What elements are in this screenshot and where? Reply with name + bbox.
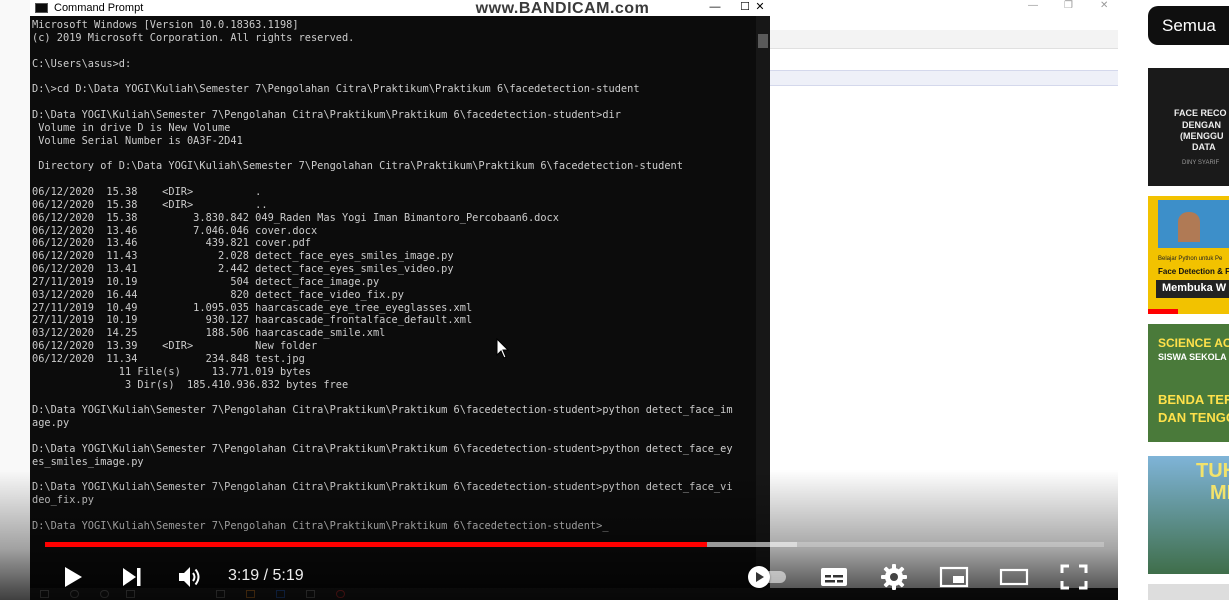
miniplayer-icon: [939, 566, 969, 588]
thumbnail-person: [1178, 212, 1200, 242]
thumbnail-text: DINY SYARIF: [1182, 160, 1220, 166]
video-thumbnail[interactable]: FACE RECO DENGAN (MENGGU DATA DINY SYARI…: [1148, 68, 1229, 186]
play-icon: [65, 567, 82, 587]
video-thumbnail[interactable]: Belajar Python untuk Pe Face Detection &…: [1148, 196, 1229, 314]
thumbnail-text: Face Detection & Face Re: [1158, 267, 1229, 276]
thumbnail-text: DATA: [1192, 142, 1216, 152]
video-thumbnail[interactable]: [1148, 584, 1229, 600]
volume-button[interactable]: [175, 560, 207, 594]
watched-progress: [1148, 309, 1178, 314]
cmd-title: Command Prompt: [54, 2, 144, 14]
video-player[interactable]: — ❐ ✕ Command Prompt — ☐ ✕ Microsoft Win…: [0, 0, 1118, 600]
filter-chip-all[interactable]: Semua: [1148, 6, 1229, 45]
duration: 5:19: [272, 567, 304, 584]
next-button[interactable]: [116, 560, 148, 594]
autoplay-play-icon: [756, 572, 764, 582]
video-thumbnail[interactable]: TUH MER: [1148, 456, 1229, 574]
thumbnail-text: BENDA TER: [1158, 392, 1229, 407]
minimize-icon: —: [709, 1, 721, 13]
thumbnail-text: (MENGGU: [1180, 131, 1224, 141]
gear-icon: [881, 564, 907, 590]
next-icon: [123, 568, 141, 586]
thumbnail-text: TUH: [1196, 460, 1229, 482]
thumbnail-text: DAN TENGG: [1158, 410, 1229, 425]
theater-mode-button[interactable]: [996, 560, 1032, 594]
autoplay-toggle[interactable]: [748, 566, 792, 588]
restore-icon: ❐: [1064, 0, 1073, 11]
thumbnail-text: DENGAN: [1182, 120, 1222, 130]
progress-bar[interactable]: [45, 542, 1104, 547]
miniplayer-button[interactable]: [936, 560, 972, 594]
cmd-scrollbar-thumb: [758, 34, 768, 48]
thumbnail-text: SISWA SEKOLA: [1158, 352, 1227, 362]
subtitles-icon: [821, 568, 847, 586]
fullscreen-button[interactable]: [1056, 560, 1092, 594]
minimize-icon: —: [1028, 0, 1038, 11]
cmd-icon: [35, 3, 48, 13]
thumbnail-banner: Membuka W: [1156, 280, 1229, 298]
theater-mode-icon: [999, 568, 1029, 586]
close-icon: ✕: [1100, 0, 1109, 11]
subtitles-button[interactable]: [816, 560, 852, 594]
background-toolbar: [770, 30, 1118, 49]
bandicam-watermark: www.BANDICAM.com: [475, 0, 650, 17]
thumbnail-text: MER: [1210, 482, 1229, 504]
video-frame[interactable]: — ❐ ✕ Command Prompt — ☐ ✕ Microsoft Win…: [0, 0, 1118, 600]
close-icon: ✕: [755, 1, 765, 13]
progress-played: [45, 542, 707, 547]
thumbnail-text: FACE RECO: [1174, 108, 1227, 118]
time-display: 3:19 / 5:19: [228, 566, 304, 586]
thumbnail-text: Membuka W: [1162, 282, 1227, 294]
fullscreen-icon: [1060, 564, 1088, 590]
autoplay-knob: [748, 566, 770, 588]
volume-icon: [179, 567, 200, 587]
background-highlight-bar: [770, 70, 1118, 86]
play-button[interactable]: [56, 560, 90, 594]
cmd-output: Microsoft Windows [Version 10.0.18363.11…: [32, 19, 733, 532]
video-thumbnail[interactable]: SCIENCE AC SISWA SEKOLA BENDA TER DAN TE…: [1148, 324, 1229, 442]
recommendations-sidebar: Semua FACE RECO DENGAN (MENGGU DATA DINY…: [1118, 0, 1229, 600]
thumbnail-text: SCIENCE AC: [1158, 336, 1229, 350]
current-time: 3:19: [228, 567, 260, 584]
time-separator: /: [263, 567, 269, 584]
settings-button[interactable]: [876, 560, 912, 594]
mouse-cursor-icon: [496, 338, 510, 359]
thumbnail-text: Belajar Python untuk Pe: [1158, 256, 1223, 262]
